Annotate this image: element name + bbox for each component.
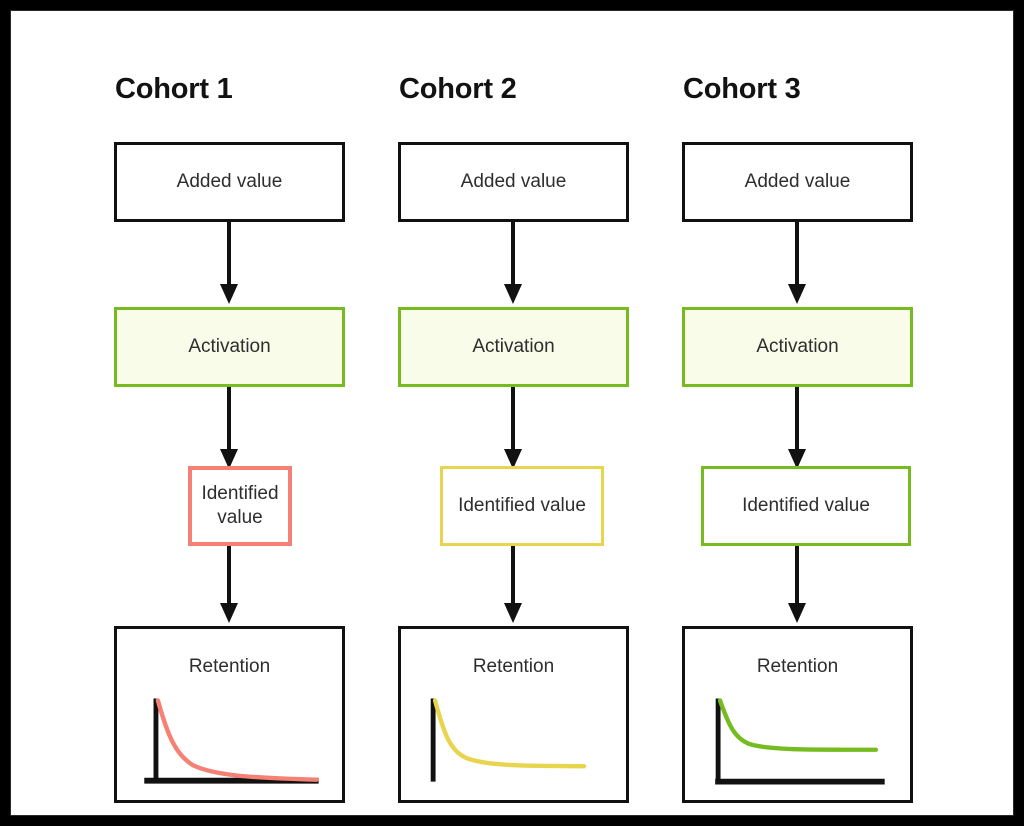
cohort-3-retention-box[interactable]: Retention [682, 626, 913, 803]
cohort-2-title: Cohort 2 [399, 73, 517, 105]
cohort-1-added-value-label: Added value [176, 170, 283, 192]
cohort-2-arrow-1 [500, 222, 526, 307]
cohort-2-identified-value-box[interactable]: Identified value [440, 466, 604, 546]
cohort-1-identified-value-box[interactable]: Identified value [188, 466, 292, 546]
cohort-1-title: Cohort 1 [115, 73, 233, 105]
cohort-3-arrow-2 [784, 387, 810, 472]
cohort-3-retention-chart [715, 698, 885, 785]
cohort-2-arrow-3 [500, 546, 526, 626]
cohort-2-identified-value-label: Identified value [458, 494, 586, 516]
cohort-2-arrow-2 [500, 387, 526, 472]
cohort-3-added-value-label: Added value [744, 170, 851, 192]
cohort-2-added-value-box[interactable]: Added value [398, 142, 629, 222]
cohort-3-arrow-3 [784, 546, 810, 626]
cohort-1-added-value-box[interactable]: Added value [114, 142, 345, 222]
cohort-2-added-value-label: Added value [460, 170, 567, 192]
cohort-3-title: Cohort 3 [683, 73, 801, 105]
cohort-1-activation-label: Activation [188, 335, 271, 357]
cohort-1-retention-chart [144, 698, 319, 784]
cohort-1-activation-box[interactable]: Activation [114, 307, 345, 387]
cohort-2-retention-box[interactable]: Retention [398, 626, 629, 803]
cohort-2-activation-label: Activation [472, 335, 555, 357]
diagram-canvas: Cohort 1 Cohort 2 Cohort 3 Added value A… [10, 10, 1014, 816]
cohort-1-arrow-3 [216, 546, 242, 626]
cohort-3-identified-value-box[interactable]: Identified value [701, 466, 911, 546]
cohort-3-activation-box[interactable]: Activation [682, 307, 913, 387]
diagram-frame: Cohort 1 Cohort 2 Cohort 3 Added value A… [0, 0, 1024, 826]
cohort-3-identified-value-label: Identified value [742, 494, 870, 516]
cohort-2-retention-chart [430, 698, 587, 782]
cohort-2-activation-box[interactable]: Activation [398, 307, 629, 387]
cohort-1-identified-value-label: Identified value [201, 482, 279, 528]
cohort-1-retention-box[interactable]: Retention [114, 626, 345, 803]
cohort-1-arrow-1 [216, 222, 242, 307]
cohort-3-added-value-box[interactable]: Added value [682, 142, 913, 222]
cohort-3-activation-label: Activation [756, 335, 839, 357]
cohort-3-arrow-1 [784, 222, 810, 307]
cohort-1-arrow-2 [216, 387, 242, 472]
